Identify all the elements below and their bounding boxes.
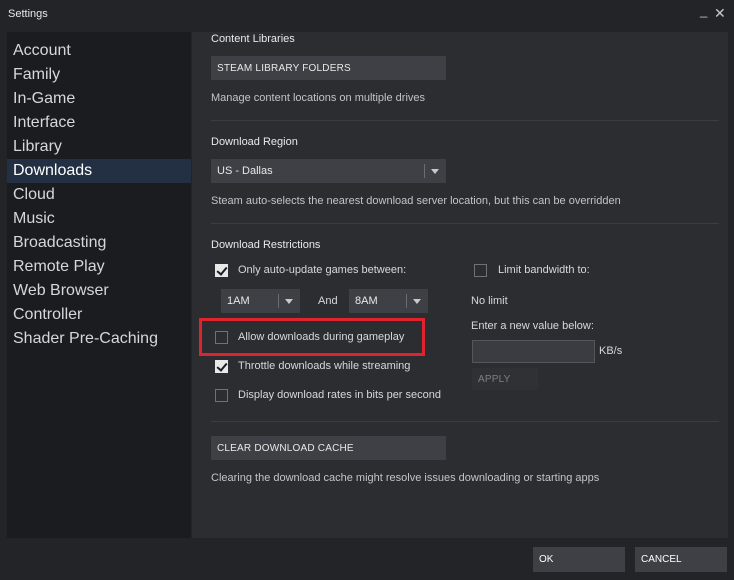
clear-download-cache-button[interactable]: CLEAR DOWNLOAD CACHE bbox=[211, 436, 446, 460]
limit-bandwidth-checkbox[interactable] bbox=[474, 264, 487, 277]
chevron-down-icon bbox=[431, 169, 439, 174]
bandwidth-unit: KB/s bbox=[599, 345, 623, 357]
throttle-streaming-checkbox[interactable] bbox=[215, 360, 228, 373]
sidebar-item-music[interactable]: Music bbox=[7, 207, 191, 231]
auto-update-to-select[interactable]: 8AM bbox=[349, 289, 428, 313]
download-region-select[interactable]: US - Dallas bbox=[211, 159, 446, 183]
throttle-streaming-label: Throttle downloads while streaming bbox=[238, 360, 411, 372]
window-title: Settings bbox=[8, 8, 48, 20]
sidebar-item-account[interactable]: Account bbox=[7, 39, 191, 63]
sidebar-item-family[interactable]: Family bbox=[7, 63, 191, 87]
bandwidth-input[interactable] bbox=[472, 340, 595, 363]
divider bbox=[211, 223, 719, 224]
limit-bandwidth-label: Limit bandwidth to: bbox=[498, 264, 590, 276]
apply-button[interactable]: APPLY bbox=[472, 368, 538, 390]
close-button[interactable]: ✕ bbox=[714, 5, 726, 22]
sidebar-item-library[interactable]: Library bbox=[7, 135, 191, 159]
checkmark-icon bbox=[216, 360, 228, 372]
sidebar-item-remote-play[interactable]: Remote Play bbox=[7, 255, 191, 279]
minimize-button[interactable]: _ bbox=[700, 3, 707, 18]
content-libraries-heading: Content Libraries bbox=[211, 33, 295, 45]
sidebar-item-broadcasting[interactable]: Broadcasting bbox=[7, 231, 191, 255]
and-label: And bbox=[318, 295, 338, 307]
checkmark-icon bbox=[216, 264, 228, 276]
divider bbox=[211, 421, 719, 422]
downloads-settings-panel: Content Libraries STEAM LIBRARY FOLDERS … bbox=[192, 32, 728, 538]
auto-update-label: Only auto-update games between: bbox=[238, 264, 407, 276]
sidebar-item-downloads[interactable]: Downloads bbox=[7, 159, 191, 183]
allow-downloads-during-gameplay-label: Allow downloads during gameplay bbox=[238, 331, 405, 343]
download-restrictions-heading: Download Restrictions bbox=[211, 239, 321, 251]
bits-per-second-checkbox[interactable] bbox=[215, 389, 228, 402]
to-time-value: 8AM bbox=[355, 295, 378, 307]
no-limit-text: No limit bbox=[471, 295, 508, 307]
title-bar: Settings _ ✕ bbox=[0, 0, 734, 30]
download-region-description: Steam auto-selects the nearest download … bbox=[211, 195, 621, 207]
sidebar-item-controller[interactable]: Controller bbox=[7, 303, 191, 327]
sidebar-item-web-browser[interactable]: Web Browser bbox=[7, 279, 191, 303]
auto-update-checkbox[interactable] bbox=[215, 264, 228, 277]
content-libraries-description: Manage content locations on multiple dri… bbox=[211, 92, 426, 104]
enter-value-text: Enter a new value below: bbox=[471, 320, 594, 332]
sidebar-item-shader-pre-caching[interactable]: Shader Pre-Caching bbox=[7, 327, 191, 351]
download-region-heading: Download Region bbox=[211, 136, 298, 148]
sidebar-item-in-game[interactable]: In-Game bbox=[7, 87, 191, 111]
chevron-down-icon bbox=[285, 299, 293, 304]
sidebar-item-cloud[interactable]: Cloud bbox=[7, 183, 191, 207]
download-region-value: US - Dallas bbox=[217, 165, 273, 177]
bits-per-second-label: Display download rates in bits per secon… bbox=[238, 389, 442, 401]
from-time-value: 1AM bbox=[227, 295, 250, 307]
sidebar-item-interface[interactable]: Interface bbox=[7, 111, 191, 135]
clear-cache-description: Clearing the download cache might resolv… bbox=[211, 472, 600, 484]
allow-downloads-during-gameplay-checkbox[interactable] bbox=[215, 331, 228, 344]
cancel-button[interactable]: CANCEL bbox=[635, 547, 727, 572]
auto-update-from-select[interactable]: 1AM bbox=[221, 289, 300, 313]
steam-library-folders-button[interactable]: STEAM LIBRARY FOLDERS bbox=[211, 56, 446, 80]
ok-button[interactable]: OK bbox=[533, 547, 625, 572]
chevron-down-icon bbox=[413, 299, 421, 304]
divider bbox=[211, 120, 719, 121]
settings-sidebar: Account Family In-Game Interface Library… bbox=[7, 32, 191, 538]
